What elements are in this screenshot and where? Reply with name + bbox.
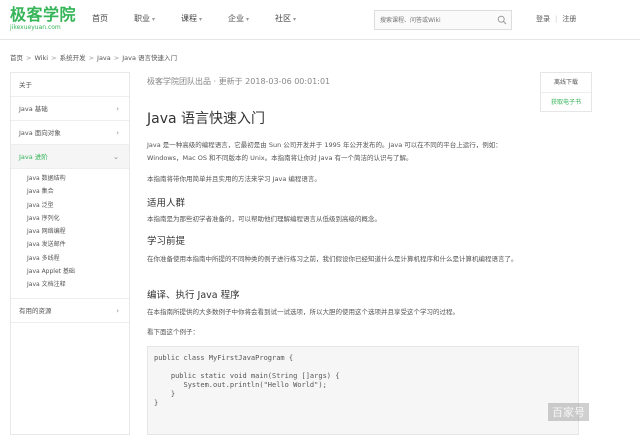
chevron-down-icon: ▾ [293,16,297,23]
chevron-down-icon: ▾ [199,16,203,23]
sidebar-subitem[interactable]: Java 泛型 [27,199,129,212]
chevron-down-icon: ⌄ [113,153,119,161]
breadcrumb-arrow-icon: > [26,54,32,62]
chevron-right-icon: › [116,129,119,137]
breadcrumb-arrow-icon: > [88,54,95,62]
section-heading-compile: 编译、执行 Java 程序 [147,290,240,301]
breadcrumb-wiki[interactable]: Wiki [34,54,48,62]
login-link[interactable]: 登录 [536,15,550,23]
sidebar-item-java-oop[interactable]: Java 面向对象 › [11,121,129,145]
section-heading-audience: 适用人群 [147,198,186,209]
sidebar-item-about[interactable]: 关于 [11,73,129,97]
search-icon[interactable] [497,15,507,25]
breadcrumb-home[interactable]: 首页 [10,54,23,62]
article-meta: 极客学院团队出品 · 更新于 2018-03-06 00:01:01 [147,77,331,86]
sidebar-subitem[interactable]: Java 网络编程 [27,225,129,238]
section-heading-prereq: 学习前提 [147,236,186,247]
download-panel: 离线下载 获取电子书 [540,72,592,112]
sidebar-item-label: 关于 [19,81,32,89]
main-nav: 首页 职业 ▾ 课程 ▾ 企业 ▾ 社区 ▾ [92,13,322,24]
nav-community-label: 社区 [275,14,292,23]
sidebar-item-resources[interactable]: 有用的资源 › [11,299,129,323]
sidebar-item-java-basics[interactable]: Java 基础 › [11,97,129,121]
intro-paragraph-2: 本指南将带你用简单并且实用的方法来学习 Java 编程语言。 [147,175,321,183]
sidebar-submenu: Java 数据结构 Java 集合 Java 泛型 Java 序列化 Java … [11,169,129,299]
offline-download-button[interactable]: 离线下载 [541,73,591,92]
sidebar-subitem[interactable]: Java 数据结构 [27,172,129,185]
sidebar-subitem[interactable]: Java Applet 基础 [27,265,129,278]
sidebar-item-java-advanced[interactable]: Java 进阶 ⌄ [11,145,129,169]
search-input[interactable] [375,11,493,29]
sidebar-item-label: Java 面向对象 [19,129,61,137]
code-line: } [154,399,159,407]
auth-separator: | [555,15,558,23]
chevron-right-icon: › [116,105,119,113]
breadcrumb-arrow-icon: > [51,54,57,62]
code-line: } [154,390,176,398]
nav-item-home[interactable]: 首页 [92,13,108,24]
get-ebook-link[interactable]: 获取电子书 [541,92,591,111]
sidebar-item-label: Java 基础 [19,105,48,113]
sidebar: 关于 Java 基础 › Java 面向对象 › Java 进阶 ⌄ Java 数据结… [10,72,130,435]
chevron-down-icon: ▾ [246,16,250,23]
nav-enterprise-label: 企业 [228,14,245,23]
breadcrumb-current: Java 语言快速入门 [122,54,178,62]
compile-paragraph: 在本指南所提供的大多数例子中你将会看到试一试选项，所以大胆的使用这个选项并且享受… [147,308,459,316]
sidebar-item-label: 有用的资源 [19,306,52,315]
sidebar-subitem[interactable]: Java 文档注释 [27,278,129,291]
register-link[interactable]: 注册 [562,15,576,23]
logo-main-text: 极客学院 [10,5,77,24]
nav-career-label: 职业 [134,14,150,23]
sidebar-item-label: Java 进阶 [19,153,48,161]
nav-item-career[interactable]: 职业 ▾ [134,13,155,24]
sidebar-subitem[interactable]: Java 发送邮件 [27,238,129,251]
intro-paragraph: Java 是一种高级的编程语言，它最初是由 Sun 公司开发并于 1995 年公… [147,141,502,162]
auth-links: 登录 | 注册 [536,14,576,24]
logo-sub-text: jikexueyuan.com [10,24,61,31]
site-logo[interactable]: 极客学院 jikexueyuan.com [10,5,77,32]
nav-courses-label: 课程 [181,14,198,23]
nav-item-community[interactable]: 社区 ▾ [275,13,296,24]
code-line: System.out.println("Hello World"); [154,381,327,389]
breadcrumb-arrow-icon: > [113,54,120,62]
code-block: public class MyFirstJavaProgram { public… [147,346,579,435]
breadcrumb-system-dev[interactable]: 系统开发 [60,54,86,62]
nav-item-courses[interactable]: 课程 ▾ [181,13,202,24]
nav-item-enterprise[interactable]: 企业 ▾ [228,13,249,24]
watermark: 百家号 [548,403,589,421]
search-box [374,10,512,30]
chevron-right-icon: › [116,306,119,315]
sidebar-subitem[interactable]: Java 序列化 [27,212,129,225]
code-line: public class MyFirstJavaProgram { [154,354,294,362]
chevron-down-icon: ▾ [152,16,156,23]
page-title: Java 语言快速入门 [147,111,266,127]
sidebar-subitem[interactable]: Java 集合 [27,185,129,198]
nav-home-label: 首页 [92,14,108,23]
breadcrumb: 首页 > Wiki > 系统开发 > Java > Java 语言快速入门 [10,52,177,62]
top-header: 极客学院 jikexueyuan.com 首页 职业 ▾ 课程 ▾ 企业 ▾ 社区 ▾ … [0,0,640,40]
code-line: public static void main(String []args) { [154,372,340,380]
sidebar-subitem[interactable]: Java 多线程 [27,252,129,265]
breadcrumb-java[interactable]: Java [97,54,111,62]
example-intro: 看下面这个例子： [147,328,199,336]
prereq-paragraph: 在你准备使用本指南中所提的不同种类的例子进行练习之前，我们假设你已经知道什么是计… [147,255,518,263]
audience-paragraph: 本指南是为那些初学者准备的，可以帮助他们理解编程语言从低级到高级的概念。 [147,215,381,223]
